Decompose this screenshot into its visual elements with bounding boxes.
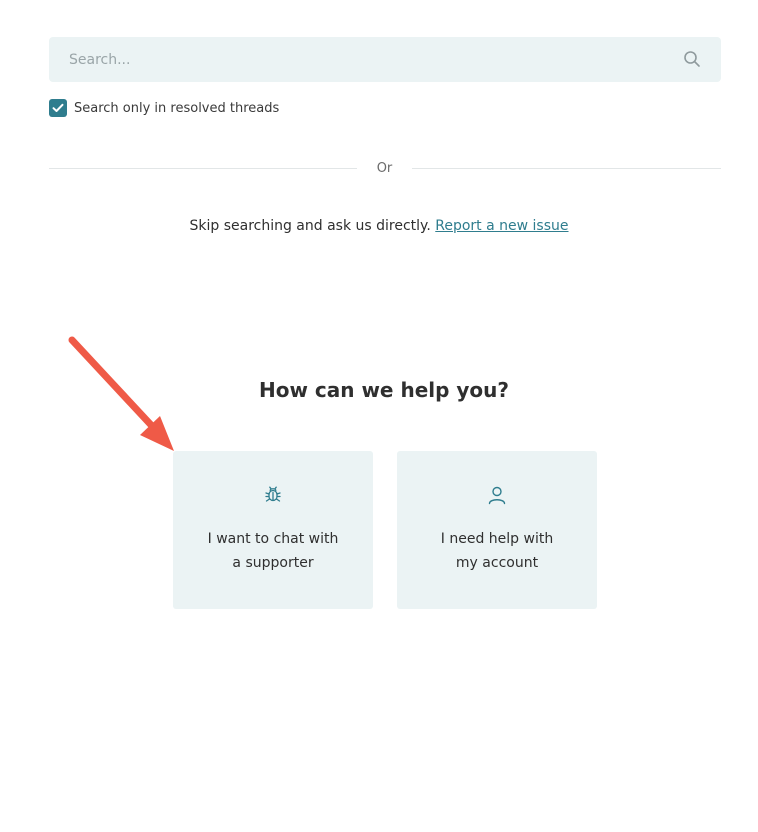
divider-line-left [49,168,357,169]
chat-with-supporter-card[interactable]: I want to chat with a supporter [173,451,373,609]
divider-or-text: Or [376,161,393,176]
resolved-filter: Search only in resolved threads [49,99,279,117]
resolved-only-checkbox[interactable] [49,99,67,117]
direct-ask-row: Skip searching and ask us directly. Repo… [0,218,758,234]
direct-ask-text: Skip searching and ask us directly. [189,218,431,234]
divider-line-right [412,168,721,169]
help-heading: How can we help you? [258,378,510,402]
bug-icon [265,486,281,502]
report-new-issue-link[interactable]: Report a new issue [435,218,568,234]
account-help-card[interactable]: I need help with my account [397,451,597,609]
account-card-label: I need help with my account [440,531,554,571]
help-page: Search only in resolved threads Or Skip … [0,0,758,832]
search-input[interactable] [49,37,669,82]
checkmark-icon [52,103,64,112]
user-icon [488,486,506,505]
resolved-only-label[interactable]: Search only in resolved threads [74,101,279,116]
search-box [49,37,721,82]
chat-card-label: I want to chat with a supporter [207,531,339,571]
search-icon[interactable] [683,50,701,68]
